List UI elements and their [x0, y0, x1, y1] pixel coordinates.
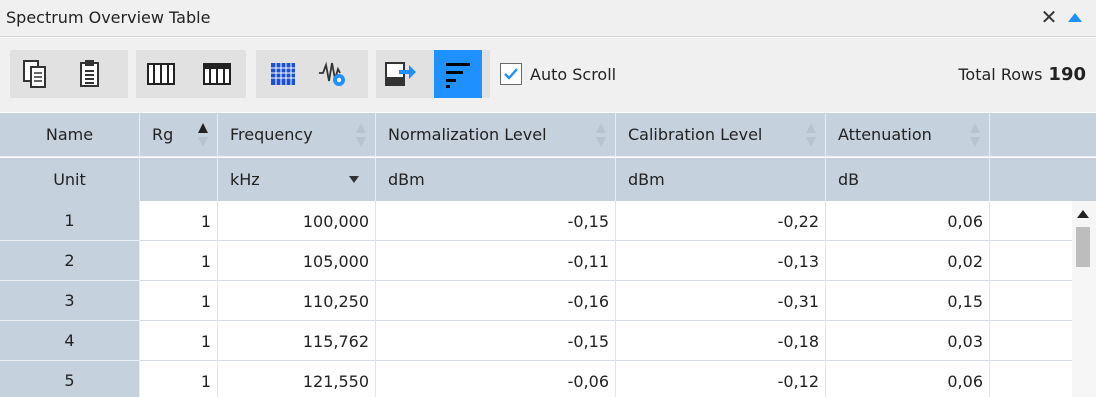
cell-attenuation[interactable]: 0,15	[826, 281, 990, 321]
table-row[interactable]: 4 1 115,762 -0,15 -0,18 0,03	[0, 321, 1096, 361]
header-attenuation-label: Attenuation	[838, 125, 932, 144]
total-rows-label: Total Rows	[958, 65, 1043, 84]
cell-frequency[interactable]: 121,550	[218, 361, 376, 397]
columns-icon	[147, 63, 175, 85]
header-calibration-level[interactable]: Calibration Level	[616, 113, 826, 156]
header-columns-icon	[203, 63, 231, 85]
cell-attenuation[interactable]: 0,03	[826, 321, 990, 361]
grid-button[interactable]	[264, 50, 302, 98]
columns-button[interactable]	[142, 50, 180, 98]
header-rg[interactable]: Rg	[140, 113, 218, 156]
cell-rg[interactable]: 1	[140, 361, 218, 397]
sort-neutral-icon	[806, 123, 816, 147]
sort-neutral-icon	[356, 123, 366, 147]
row-name: 2	[0, 241, 140, 281]
signal-settings-icon	[319, 61, 345, 86]
header-frequency[interactable]: Frequency	[218, 113, 376, 156]
panel-title-bar: Spectrum Overview Table ✕	[0, 0, 1096, 37]
scrollbar-thumb[interactable]	[1076, 227, 1090, 267]
cell-rg[interactable]: 1	[140, 281, 218, 321]
cell-attenuation[interactable]: 0,06	[826, 361, 990, 397]
unit-rg	[140, 158, 218, 201]
toolbar: Auto Scroll Total Rows 190	[0, 38, 1096, 112]
header-columns-button[interactable]	[198, 50, 236, 98]
grid-icon	[271, 63, 295, 85]
checkbox-box[interactable]	[500, 63, 522, 85]
unit-normalization: dBm	[376, 158, 616, 201]
unit-frequency-value: kHz	[230, 170, 260, 189]
scroll-up-arrow-icon[interactable]	[1076, 209, 1090, 219]
unit-frequency-dropdown[interactable]: kHz	[218, 158, 376, 201]
total-rows: Total Rows 190	[958, 64, 1086, 85]
cell-frequency[interactable]: 110,250	[218, 281, 376, 321]
paste-button[interactable]	[72, 50, 110, 98]
cell-normalization[interactable]: -0,06	[376, 361, 616, 397]
table-row[interactable]: 1 1 100,000 -0,15 -0,22 0,06	[0, 201, 1096, 241]
sort-lines-icon	[446, 63, 470, 88]
cell-calibration[interactable]: -0,13	[616, 241, 826, 281]
table-row[interactable]: 3 1 110,250 -0,16 -0,31 0,15	[0, 281, 1096, 321]
cell-normalization[interactable]: -0,15	[376, 201, 616, 241]
unit-attenuation: dB	[826, 158, 990, 201]
header-attenuation[interactable]: Attenuation	[826, 113, 990, 156]
cell-attenuation[interactable]: 0,02	[826, 241, 990, 281]
header-row-names: Name Rg Frequency Normalization Level Ca…	[0, 113, 1096, 157]
triangle-up-icon[interactable]	[1064, 8, 1086, 28]
close-icon[interactable]: ✕	[1038, 5, 1060, 29]
header-calibration-label: Calibration Level	[628, 125, 763, 144]
unit-label: Unit	[0, 158, 140, 201]
row-name: 3	[0, 281, 140, 321]
sort-ascending-icon	[198, 123, 208, 147]
cell-calibration[interactable]: -0,22	[616, 201, 826, 241]
vertical-scrollbar[interactable]	[1072, 201, 1096, 397]
total-rows-value: 190	[1048, 64, 1086, 85]
sort-neutral-icon	[596, 123, 606, 147]
paste-icon	[80, 60, 99, 87]
header-normalization-level[interactable]: Normalization Level	[376, 113, 616, 156]
cell-normalization[interactable]: -0,15	[376, 321, 616, 361]
row-name: 1	[0, 201, 140, 241]
row-name: 5	[0, 361, 140, 397]
chevron-down-icon	[349, 176, 359, 183]
cell-calibration[interactable]: -0,12	[616, 361, 826, 397]
cell-frequency[interactable]: 105,000	[218, 241, 376, 281]
export-csv-button[interactable]	[382, 50, 420, 98]
sort-neutral-icon	[970, 123, 980, 147]
auto-scroll-label: Auto Scroll	[530, 64, 617, 84]
cell-calibration[interactable]: -0,18	[616, 321, 826, 361]
row-name: 4	[0, 321, 140, 361]
header-normalization-label: Normalization Level	[388, 125, 547, 144]
header-row-units: Unit kHz dBm dBm dB	[0, 158, 1096, 201]
cell-calibration[interactable]: -0,31	[616, 281, 826, 321]
header-rg-label: Rg	[152, 125, 174, 144]
checkmark-icon	[504, 68, 518, 80]
export-csv-icon	[385, 62, 416, 86]
signal-settings-button[interactable]	[314, 50, 352, 98]
cell-normalization[interactable]: -0,11	[376, 241, 616, 281]
cell-rg[interactable]: 1	[140, 321, 218, 361]
header-frequency-label: Frequency	[230, 125, 313, 144]
cell-frequency[interactable]: 100,000	[218, 201, 376, 241]
copy-button[interactable]	[16, 50, 54, 98]
cell-attenuation[interactable]: 0,06	[826, 201, 990, 241]
sort-lines-button[interactable]	[434, 50, 482, 98]
spectrum-table: Name Rg Frequency Normalization Level Ca…	[0, 113, 1096, 397]
panel-title: Spectrum Overview Table	[6, 8, 211, 27]
cell-rg[interactable]: 1	[140, 201, 218, 241]
unit-calibration: dBm	[616, 158, 826, 201]
table-row[interactable]: 5 1 121,550 -0,06 -0,12 0,06	[0, 361, 1096, 397]
table-row[interactable]: 2 1 105,000 -0,11 -0,13 0,02	[0, 241, 1096, 281]
header-name[interactable]: Name	[0, 113, 140, 156]
cell-frequency[interactable]: 115,762	[218, 321, 376, 361]
cell-rg[interactable]: 1	[140, 241, 218, 281]
cell-normalization[interactable]: -0,16	[376, 281, 616, 321]
auto-scroll-checkbox[interactable]: Auto Scroll	[500, 58, 616, 90]
copy-icon	[23, 60, 46, 88]
